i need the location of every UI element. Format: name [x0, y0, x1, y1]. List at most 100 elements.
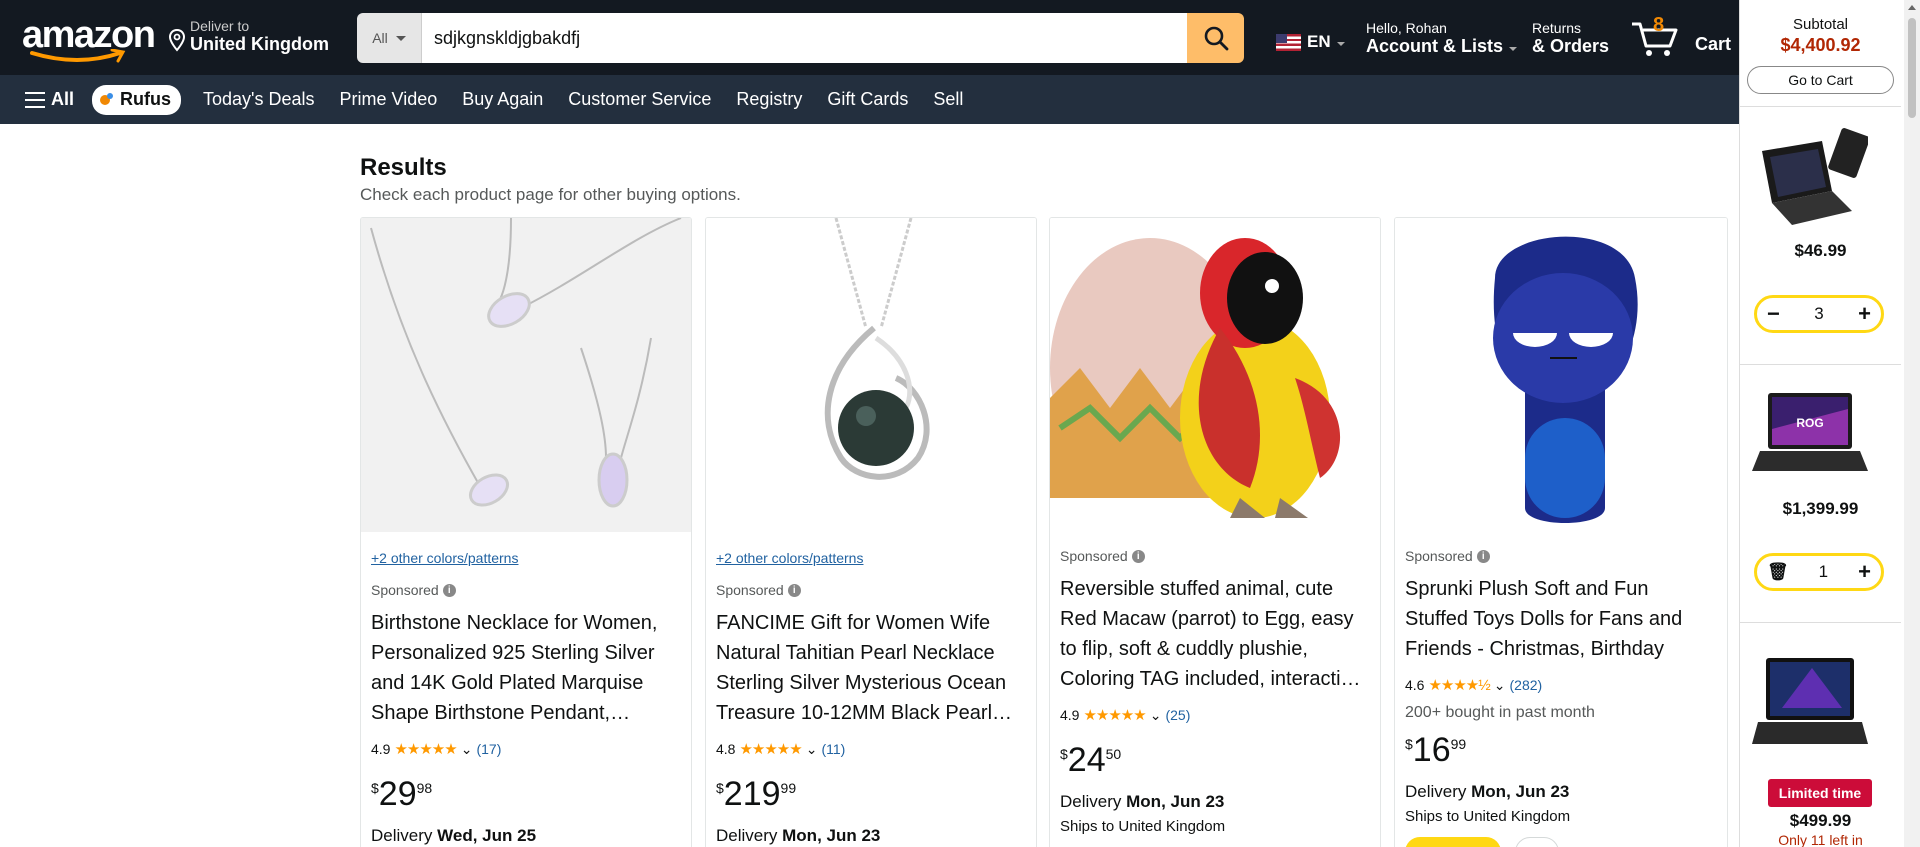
product-rating: 4.9 ★★★★★ ⌄ (17)	[371, 740, 681, 759]
svg-text:ROG: ROG	[1796, 416, 1823, 430]
product-price[interactable]: $ 29 98	[371, 776, 681, 812]
product-card[interactable]: +2 other colors/patterns Sponsored i Birt…	[360, 217, 692, 847]
product-title[interactable]: Reversible stuffed animal, cute Red Maca…	[1060, 574, 1370, 694]
sponsored-label: Sponsored i	[1060, 548, 1370, 564]
search-category-label: All	[372, 30, 388, 46]
price-fraction: 98	[416, 780, 433, 796]
chevron-down-icon[interactable]: ⌄	[806, 741, 818, 758]
minus-icon[interactable]: −	[1767, 303, 1780, 325]
cart-count: 8	[1653, 14, 1665, 36]
product-rating: 4.8 ★★★★★ ⌄ (11)	[716, 740, 1026, 759]
price-fraction: 99	[780, 780, 797, 796]
nav-link-registry[interactable]: Registry	[736, 89, 802, 110]
delivery-info: Delivery Mon, Jun 23	[1405, 782, 1570, 801]
plus-icon[interactable]: +	[1858, 303, 1871, 325]
go-to-cart-button[interactable]: Go to Cart	[1747, 66, 1894, 94]
price-symbol: $	[371, 780, 379, 796]
info-icon[interactable]: i	[787, 583, 801, 597]
product-image[interactable]	[361, 218, 691, 532]
returns-orders-link[interactable]: Returns & Orders	[1532, 20, 1609, 57]
account-label: Account & Lists	[1366, 36, 1504, 56]
amazon-logo[interactable]: amazon	[22, 16, 156, 63]
star-rating-icon[interactable]: ★★★★½	[1428, 676, 1490, 694]
nav-link-prime-video[interactable]: Prime Video	[340, 89, 438, 110]
add-to-cart-button[interactable]	[1405, 837, 1501, 847]
product-title[interactable]: FANCIME Gift for Women Wife Natural Tahi…	[716, 608, 1026, 728]
search-input[interactable]	[422, 13, 1187, 63]
scroll-up-icon[interactable]	[1908, 5, 1916, 10]
laptop-tablet-image-icon[interactable]	[1752, 121, 1868, 231]
nav-link-sell[interactable]: Sell	[933, 89, 963, 110]
star-rating-icon[interactable]: ★★★★★	[1083, 706, 1146, 724]
rating-count[interactable]: (11)	[821, 741, 845, 757]
product-title[interactable]: Sprunki Plush Soft and Fun Stuffed Toys …	[1405, 574, 1717, 664]
cart-item-price: $499.99	[1789, 811, 1852, 830]
scrollbar-thumb[interactable]	[1908, 18, 1916, 118]
star-rating-icon[interactable]: ★★★★★	[739, 740, 802, 758]
price-whole: 219	[723, 775, 781, 813]
amazon-search-page: amazon Deliver to United Kingdom All sdj…	[0, 0, 1920, 847]
rufus-label: Rufus	[120, 89, 172, 109]
product-price[interactable]: $ 219 99	[716, 776, 1026, 812]
info-icon[interactable]: i	[442, 583, 456, 597]
rating-count[interactable]: (282)	[1510, 677, 1543, 693]
deliver-location: United Kingdom	[190, 34, 329, 54]
all-menu-button[interactable]: All	[25, 89, 74, 110]
product-image[interactable]	[1050, 218, 1380, 532]
orders-label: & Orders	[1532, 36, 1610, 56]
cart-item: ROG $1,399.99 🗑 1 +	[1740, 365, 1901, 623]
delivery-info: Delivery Mon, Jun 23	[716, 826, 881, 845]
price-symbol: $	[1060, 746, 1068, 762]
product-title[interactable]: Birthstone Necklace for Women, Personali…	[371, 608, 681, 728]
ships-to: Ships to United Kingdom	[1405, 808, 1571, 825]
sub-nav: All Rufus Today's Deals Prime Video Buy …	[0, 75, 1739, 124]
nav-link-todays-deals[interactable]: Today's Deals	[203, 89, 315, 110]
cart-link[interactable]: 8 Cart	[1630, 14, 1731, 60]
rating-count[interactable]: (17)	[476, 741, 501, 757]
product-image[interactable]	[1395, 218, 1727, 532]
search-bar: All	[357, 13, 1244, 63]
product-image[interactable]	[706, 218, 1036, 532]
location-pin-icon	[168, 28, 186, 52]
search-button[interactable]	[1187, 13, 1244, 63]
info-icon[interactable]: i	[1131, 549, 1145, 563]
sponsored-label: Sponsored i	[371, 582, 681, 598]
nav-link-buy-again[interactable]: Buy Again	[462, 89, 543, 110]
star-rating-icon[interactable]: ★★★★★	[394, 740, 457, 758]
chevron-down-icon[interactable]: ⌄	[461, 741, 473, 758]
product-price[interactable]: $ 24 50	[1060, 742, 1370, 778]
page-scrollbar[interactable]	[1904, 0, 1920, 847]
price-symbol: $	[716, 780, 724, 796]
caret-down-icon	[1336, 42, 1345, 46]
rufus-icon	[100, 92, 114, 107]
search-category-dropdown[interactable]: All	[357, 13, 422, 63]
product-price[interactable]: $ 16 99	[1405, 732, 1717, 768]
deliver-to[interactable]: Deliver to United Kingdom	[168, 18, 329, 54]
rating-count[interactable]: (25)	[1165, 707, 1190, 723]
price-whole: 16	[1412, 731, 1451, 769]
product-card[interactable]: +2 other colors/patterns Sponsored i FANC…	[705, 217, 1037, 847]
chevron-down-icon[interactable]: ⌄	[1150, 707, 1162, 724]
gaming-laptop-image-icon[interactable]: ROG	[1752, 379, 1868, 489]
other-colors-link[interactable]: +2 other colors/patterns	[371, 550, 681, 566]
hamburger-icon	[25, 91, 45, 108]
nav-link-gift-cards[interactable]: Gift Cards	[827, 89, 908, 110]
product-card[interactable]: Sponsored i Reversible stuffed animal, cu…	[1049, 217, 1381, 847]
quantity-button[interactable]	[1515, 837, 1560, 847]
language-label: EN	[1307, 32, 1331, 51]
laptop-image-icon[interactable]	[1752, 648, 1868, 764]
plus-icon[interactable]: +	[1858, 561, 1871, 583]
rufus-button[interactable]: Rufus	[92, 84, 182, 115]
quantity-stepper: 🗑 1 +	[1754, 553, 1884, 591]
product-card[interactable]: Sponsored i Sprunki Plush Soft and Fun St…	[1394, 217, 1728, 847]
info-icon[interactable]: i	[1476, 549, 1490, 563]
delivery-info: Delivery Mon, Jun 23	[1060, 792, 1225, 811]
cart-item-price: $1,399.99	[1782, 499, 1859, 518]
cart-item-price: $46.99	[1794, 241, 1847, 260]
account-menu[interactable]: Hello, Rohan Account & Lists	[1366, 20, 1518, 57]
other-colors-link[interactable]: +2 other colors/patterns	[716, 550, 1026, 566]
trash-icon[interactable]: 🗑	[1767, 562, 1789, 582]
chevron-down-icon[interactable]: ⌄	[1494, 677, 1506, 694]
nav-link-customer-service[interactable]: Customer Service	[568, 89, 711, 110]
language-selector[interactable]: EN	[1276, 32, 1345, 52]
